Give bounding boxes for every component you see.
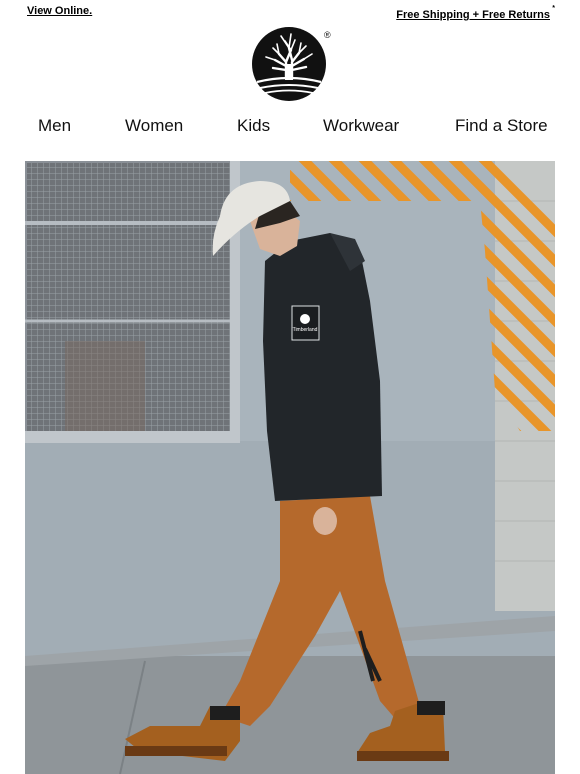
nav-item-find-a-store[interactable]: Find a Store <box>455 116 548 136</box>
hero-image[interactable]: Timberland <box>25 161 555 774</box>
tree-logo-icon: ® <box>252 27 331 101</box>
nav-item-workwear[interactable]: Workwear <box>323 116 399 136</box>
nav-item-women[interactable]: Women <box>125 116 183 136</box>
nav-item-men[interactable]: Men <box>38 116 71 136</box>
free-shipping-link[interactable]: Free Shipping + Free Returns * <box>396 5 555 21</box>
registered-mark: ® <box>324 30 331 40</box>
view-online-link[interactable]: View Online. <box>27 5 92 17</box>
top-bar: View Online. Free Shipping + Free Return… <box>0 0 580 26</box>
hero-photo: Timberland <box>25 161 555 774</box>
main-nav: Men Women Kids Workwear Find a Store <box>0 116 580 140</box>
sleeve-patch-text: Timberland <box>293 327 318 333</box>
nav-item-kids[interactable]: Kids <box>237 116 270 136</box>
free-shipping-text: Free Shipping + Free Returns <box>396 9 550 21</box>
shipping-asterisk: * <box>552 5 555 12</box>
timberland-logo[interactable]: ® <box>251 26 331 102</box>
